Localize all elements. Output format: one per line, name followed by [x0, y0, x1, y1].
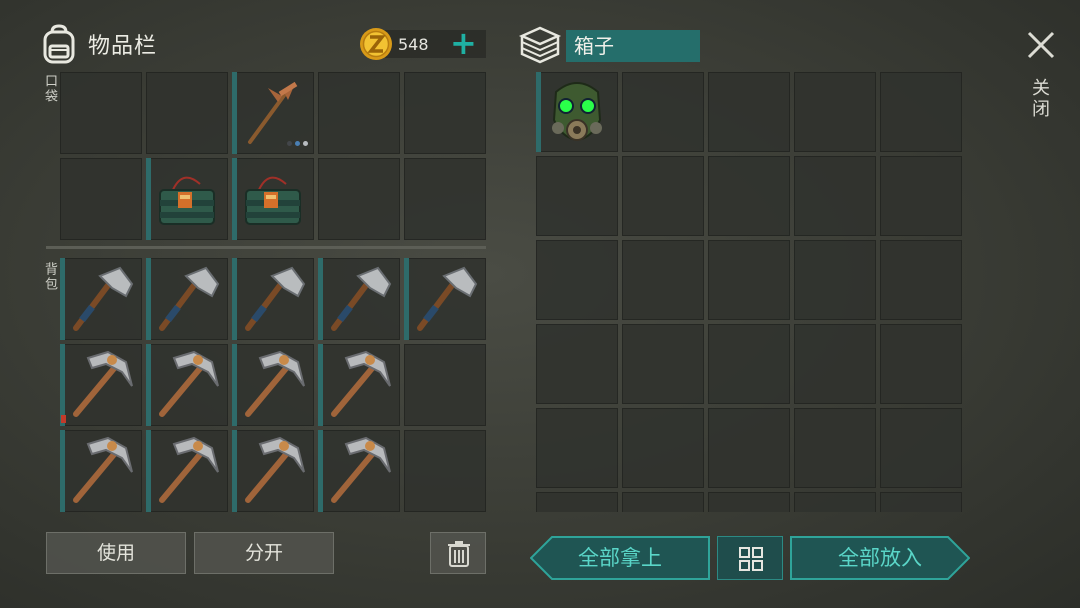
box-slot[interactable]	[880, 72, 962, 152]
backpack-slot[interactable]	[60, 430, 142, 512]
box-slot[interactable]	[622, 408, 704, 488]
put-all-button[interactable]: 全部放入	[790, 536, 970, 580]
box-slot[interactable]	[880, 324, 962, 404]
box-slot[interactable]	[794, 72, 876, 152]
box-slot[interactable]	[880, 408, 962, 488]
box-slot[interactable]	[622, 492, 704, 512]
section-divider	[46, 246, 486, 249]
pocket-slot[interactable]	[404, 158, 486, 240]
pockets-grid	[60, 72, 486, 240]
backpack-icon	[43, 24, 75, 64]
box-slot[interactable]	[708, 156, 790, 236]
trash-button[interactable]	[430, 532, 486, 574]
box-slot[interactable]	[880, 240, 962, 320]
box-slot[interactable]	[622, 156, 704, 236]
backpack-slot[interactable]	[318, 430, 400, 512]
backpack-slot[interactable]	[404, 430, 486, 512]
pocket-slot[interactable]	[60, 158, 142, 240]
trash-icon	[448, 541, 470, 567]
backpack-label: 背包	[42, 262, 57, 292]
close-icon[interactable]	[1026, 30, 1056, 60]
pocket-slot[interactable]	[404, 72, 486, 154]
box-slot[interactable]	[794, 240, 876, 320]
box-slot[interactable]	[794, 492, 876, 512]
take-all-label: 全部拿上	[578, 546, 662, 570]
box-slot[interactable]	[794, 408, 876, 488]
pocket-slot[interactable]	[60, 72, 142, 154]
grid-icon	[739, 547, 763, 571]
box-slot[interactable]	[536, 492, 618, 512]
backpack-slot[interactable]	[318, 258, 400, 340]
box-slot[interactable]	[536, 156, 618, 236]
box-grid	[536, 72, 966, 512]
box-slot[interactable]	[794, 156, 876, 236]
take-all-button[interactable]: 全部拿上	[530, 536, 710, 580]
backpack-slot[interactable]	[60, 258, 142, 340]
pockets-label: 口袋	[42, 74, 57, 104]
backpack-slot[interactable]	[60, 344, 142, 426]
box-slot[interactable]	[622, 324, 704, 404]
plus-icon[interactable]: +	[450, 27, 477, 59]
use-button[interactable]: 使用	[46, 532, 186, 574]
box-slot[interactable]	[880, 492, 962, 512]
backpack-slot[interactable]	[232, 258, 314, 340]
pocket-slot[interactable]	[232, 158, 314, 240]
box-slot[interactable]	[708, 72, 790, 152]
put-all-label: 全部放入	[838, 546, 922, 570]
box-slot[interactable]	[536, 72, 618, 152]
box-title[interactable]: 箱子	[566, 30, 700, 62]
box-slot[interactable]	[536, 408, 618, 488]
backpack-slot[interactable]	[146, 430, 228, 512]
box-slot[interactable]	[708, 324, 790, 404]
pocket-slot[interactable]	[318, 158, 400, 240]
pocket-slot[interactable]	[232, 72, 314, 154]
close-label[interactable]: 关闭	[1029, 78, 1052, 120]
variant-dots	[287, 141, 308, 146]
box-slot[interactable]	[536, 240, 618, 320]
pocket-slot[interactable]	[146, 72, 228, 154]
inventory-header: 物品栏	[40, 22, 157, 66]
pocket-slot[interactable]	[318, 72, 400, 154]
box-slot[interactable]	[794, 324, 876, 404]
backpack-grid	[60, 258, 486, 512]
backpack-slot[interactable]	[146, 258, 228, 340]
backpack-slot[interactable]	[232, 430, 314, 512]
sort-button[interactable]	[717, 536, 783, 580]
inventory-title: 物品栏	[88, 34, 158, 59]
box-slot[interactable]	[622, 72, 704, 152]
box-slot[interactable]	[880, 156, 962, 236]
box-slot[interactable]	[536, 324, 618, 404]
backpack-slot[interactable]	[404, 344, 486, 426]
gold-amount: 548	[398, 35, 429, 54]
split-button[interactable]: 分开	[194, 532, 334, 574]
box-icon	[518, 26, 562, 64]
backpack-slot[interactable]	[146, 344, 228, 426]
backpack-slot[interactable]	[232, 344, 314, 426]
gold-counter: 548 +	[358, 26, 486, 62]
gold-coin-icon	[360, 28, 392, 60]
pocket-slot[interactable]	[146, 158, 228, 240]
box-slot[interactable]	[708, 408, 790, 488]
box-slot[interactable]	[622, 240, 704, 320]
backpack-slot[interactable]	[404, 258, 486, 340]
box-slot[interactable]	[708, 240, 790, 320]
box-slot[interactable]	[708, 492, 790, 512]
backpack-slot[interactable]	[318, 344, 400, 426]
